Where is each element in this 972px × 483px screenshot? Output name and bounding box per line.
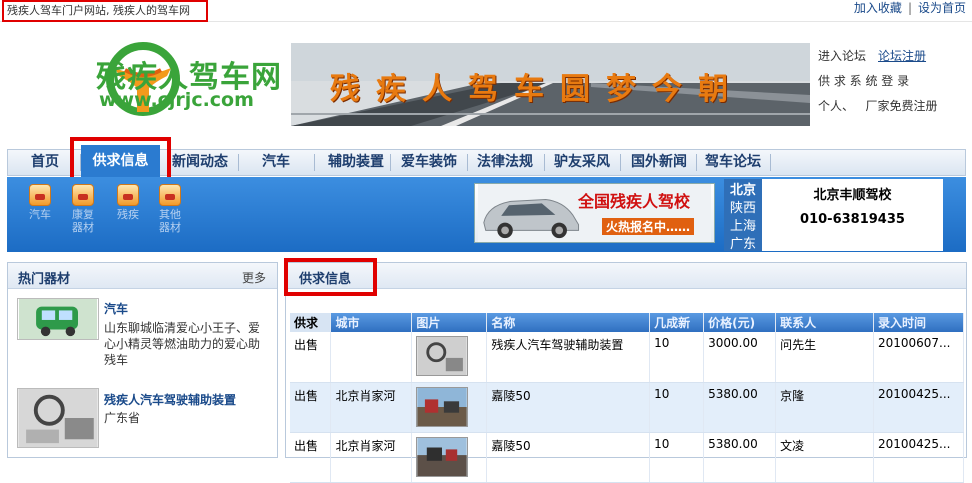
city-shanghai[interactable]: 上海: [730, 215, 756, 234]
logo-url: www.cjrjc.com: [99, 89, 254, 111]
hot-equipment-title: 热门器材: [18, 272, 71, 287]
product-title[interactable]: 残疾人汽车驾驶辅助装置: [104, 391, 236, 408]
cell-image: [411, 332, 488, 383]
table-row[interactable]: 出售 北京肖家河 嘉陵50 10 5380.00 京隆 20100425...: [290, 382, 965, 433]
disabled-icon: [117, 184, 139, 206]
product-title[interactable]: 汽车: [104, 300, 128, 317]
category-rehab[interactable]: 康复器材: [68, 184, 98, 234]
nav-forum[interactable]: 驾车论坛: [698, 150, 768, 175]
category-other[interactable]: 其他器材: [155, 184, 185, 234]
table-row[interactable]: 出售 北京肖家河 嘉陵50 10 5380.00 文凌 20100425...: [290, 432, 965, 483]
city-guangdong[interactable]: 广东: [730, 233, 756, 252]
cell-type: 出售: [290, 332, 332, 383]
col-type: 供求: [290, 313, 332, 332]
cell-contact: 文凌: [775, 432, 874, 483]
nav-foreign-news[interactable]: 国外新闻: [624, 150, 694, 175]
school-phone: 010-63819435: [800, 212, 905, 227]
cell-type: 出售: [290, 382, 332, 433]
personal-link[interactable]: 个人、: [818, 99, 854, 113]
col-city: 城市: [330, 313, 413, 332]
cell-condition: 10: [649, 382, 705, 433]
add-favorite-link[interactable]: 加入收藏: [854, 1, 902, 15]
category-cars[interactable]: 汽车: [25, 184, 55, 221]
nav-divider: [467, 154, 468, 171]
cell-name[interactable]: 嘉陵50: [486, 382, 651, 433]
login-area: 进入论坛 论坛注册 供 求 系 统 登 录 个人、 厂家免费注册: [818, 44, 968, 119]
cell-city: 北京肖家河: [330, 382, 413, 433]
banner-slogan: 残疾人驾车圆梦今朝: [330, 72, 744, 107]
set-homepage-link[interactable]: 设为首页: [918, 1, 966, 15]
cell-contact: 问先生: [775, 332, 874, 383]
row-thumbnail[interactable]: [416, 336, 469, 376]
supply-info-header: [286, 263, 966, 289]
cell-date: 20100425...: [873, 382, 965, 433]
supply-info-highlight-box: [284, 258, 377, 296]
school-name[interactable]: 北京丰顺驾校: [762, 184, 943, 203]
nav-divider: [544, 154, 545, 171]
table-row[interactable]: 出售 残疾人汽车驾驶辅助装置 10 3000.00 问先生 20100607..…: [290, 332, 965, 383]
product-image-assist-device[interactable]: [17, 388, 99, 448]
cell-city: [330, 332, 413, 383]
supply-table: 供求 城市 图片 名称 几成新 价格(元) 联系人 录入时间 出售 残疾人汽车驾…: [290, 313, 965, 483]
nav-laws[interactable]: 法律法规: [470, 150, 540, 175]
nav-divider: [770, 154, 771, 171]
cell-name[interactable]: 嘉陵50: [486, 432, 651, 483]
cell-image: [411, 432, 488, 483]
city-shaanxi[interactable]: 陕西: [730, 197, 756, 216]
cell-price: 3000.00: [703, 332, 777, 383]
row-thumbnail[interactable]: [416, 386, 469, 427]
cell-condition: 10: [649, 332, 705, 383]
cell-date: 20100607...: [873, 332, 965, 383]
nav-home[interactable]: 首页: [22, 150, 68, 175]
cell-price: 5380.00: [703, 432, 777, 483]
more-link[interactable]: 更多: [242, 269, 266, 286]
category-disabled[interactable]: 残疾: [113, 184, 143, 221]
table-header-row: 供求 城市 图片 名称 几成新 价格(元) 联系人 录入时间: [290, 313, 965, 332]
ad-title: 全国残疾人驾校: [578, 192, 691, 211]
row-thumbnail[interactable]: [416, 436, 469, 477]
city-beijing[interactable]: 北京: [730, 179, 756, 198]
col-contact: 联系人: [775, 313, 874, 332]
col-condition: 几成新: [649, 313, 705, 332]
cell-date: 20100425...: [873, 432, 965, 483]
cell-image: [411, 382, 488, 433]
forum-register-link[interactable]: 论坛注册: [878, 49, 926, 63]
col-name: 名称: [486, 313, 651, 332]
nav-divider: [620, 154, 621, 171]
vendor-register-link[interactable]: 厂家免费注册: [865, 99, 937, 113]
nav-divider: [238, 154, 239, 171]
col-date: 录入时间: [873, 313, 965, 332]
cars-icon: [29, 184, 51, 206]
cell-city: 北京肖家河: [330, 432, 413, 483]
nav-news[interactable]: 新闻动态: [165, 150, 235, 175]
nav-travel[interactable]: 驴友采风: [548, 150, 616, 175]
cell-name[interactable]: 残疾人汽车驾驶辅助装置: [486, 332, 651, 383]
col-price: 价格(元): [703, 313, 777, 332]
cell-condition: 10: [649, 432, 705, 483]
rehab-icon: [72, 184, 94, 206]
nav-divider: [314, 154, 315, 171]
nav-assist-devices[interactable]: 辅助装置: [318, 150, 394, 175]
nav-cars[interactable]: 汽车: [246, 150, 306, 175]
col-image: 图片: [411, 313, 488, 332]
product-image-car[interactable]: [17, 298, 99, 340]
cell-contact: 京隆: [775, 382, 874, 433]
forum-enter-link[interactable]: 进入论坛: [818, 49, 866, 63]
top-links: 加入收藏 | 设为首页: [853, 1, 966, 15]
site-title: 残疾人驾车门户网站, 残疾人的驾车网: [2, 0, 208, 22]
other-equipment-icon: [159, 184, 181, 206]
nav-car-decor[interactable]: 爱车装饰: [394, 150, 464, 175]
cell-price: 5380.00: [703, 382, 777, 433]
supply-login-link[interactable]: 供 求 系 统 登 录: [818, 69, 968, 94]
product-desc: 山东聊城临清爱心小王子、爱心小精灵等燃油助力的爱心助残车: [104, 321, 261, 367]
product-desc: 广东省: [104, 411, 141, 425]
nav-divider: [390, 154, 391, 171]
nav-divider: [696, 154, 697, 171]
ad-subtitle: 火热报名中……: [602, 218, 695, 235]
cell-type: 出售: [290, 432, 332, 483]
